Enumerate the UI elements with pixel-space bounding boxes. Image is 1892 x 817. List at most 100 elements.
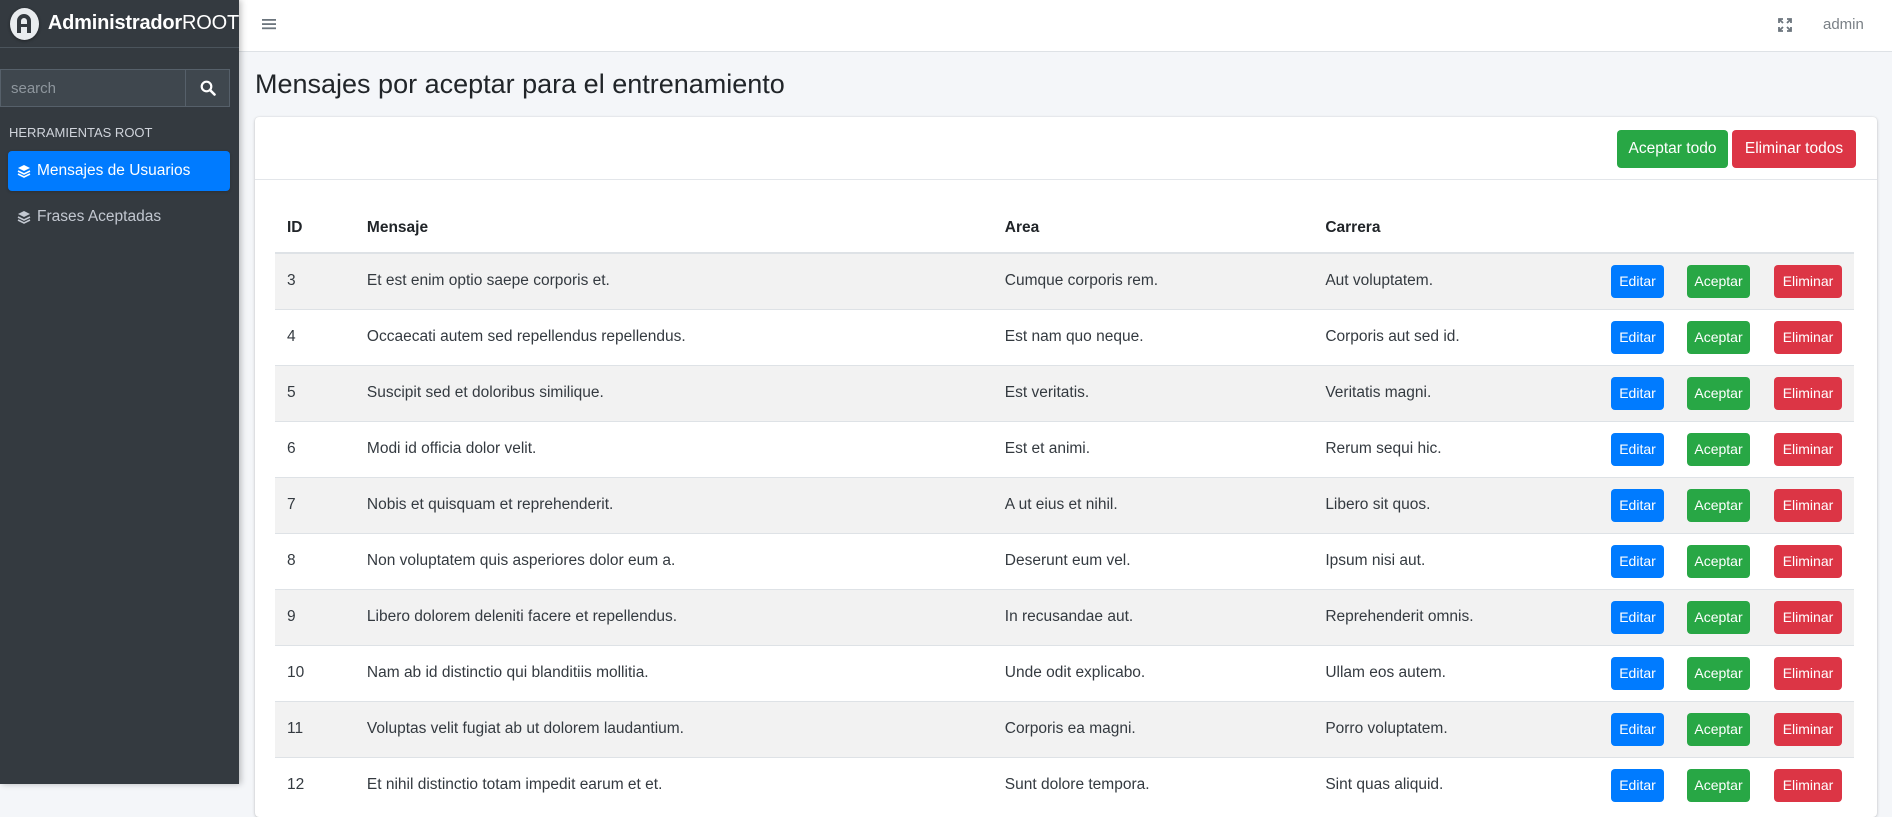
top-navbar: admin bbox=[239, 0, 1892, 52]
table-row: 10 Nam ab id distinctio qui blanditiis mo… bbox=[275, 644, 1854, 701]
search-icon bbox=[200, 80, 216, 96]
delete-button[interactable]: Eliminar bbox=[1774, 376, 1842, 410]
cell-carrera: Porro voluptatem. bbox=[1313, 700, 1589, 757]
table-row: 4 Occaecati autem sed repellendus repelle… bbox=[275, 308, 1854, 365]
card-header: Aceptar todo Eliminar todos bbox=[255, 117, 1877, 180]
edit-button[interactable]: Editar bbox=[1611, 544, 1664, 578]
brand-text: AdministradorROOT bbox=[48, 12, 239, 35]
cell-mensaje: Non voluptatem quis asperiores dolor eum… bbox=[354, 532, 993, 589]
brand-name-bold: Administrador bbox=[47, 12, 183, 34]
edit-button[interactable]: Editar bbox=[1611, 488, 1664, 522]
edit-button[interactable]: Editar bbox=[1611, 768, 1664, 802]
cell-area: In recusandae aut. bbox=[992, 588, 1314, 645]
delete-button[interactable]: Eliminar bbox=[1774, 768, 1842, 802]
cell-carrera: Sint quas aliquid. bbox=[1313, 756, 1589, 813]
row-actions: Editar Aceptar Eliminar bbox=[1601, 432, 1842, 466]
delete-button[interactable]: Eliminar bbox=[1774, 544, 1842, 578]
search-button[interactable] bbox=[185, 69, 230, 107]
delete-button[interactable]: Eliminar bbox=[1774, 600, 1842, 634]
table-row: 3 Et est enim optio saepe corporis et. Cum… bbox=[275, 252, 1854, 309]
cell-carrera: Corporis aut sed id. bbox=[1313, 308, 1589, 365]
user-menu[interactable]: admin bbox=[1823, 16, 1864, 33]
delete-all-button[interactable]: Eliminar todos bbox=[1732, 130, 1856, 168]
accept-button[interactable]: Aceptar bbox=[1687, 768, 1750, 802]
cell-carrera: Libero sit quos. bbox=[1313, 476, 1589, 533]
cell-id: 8 bbox=[275, 532, 355, 589]
accept-button[interactable]: Aceptar bbox=[1687, 376, 1750, 410]
row-actions: Editar Aceptar Eliminar bbox=[1601, 264, 1842, 298]
sidebar-search bbox=[0, 69, 230, 107]
cell-carrera: Veritatis magni. bbox=[1313, 364, 1589, 421]
menu-toggle-icon[interactable] bbox=[261, 16, 277, 37]
table-row: 7 Nobis et quisquam et reprehenderit. A ut… bbox=[275, 476, 1854, 533]
layers-icon bbox=[17, 210, 31, 224]
messages-card: Aceptar todo Eliminar todos ID Mensaje A… bbox=[255, 117, 1877, 817]
accept-button[interactable]: Aceptar bbox=[1687, 656, 1750, 690]
search-input[interactable] bbox=[0, 69, 185, 107]
edit-button[interactable]: Editar bbox=[1611, 712, 1664, 746]
cell-actions: Editar Aceptar Eliminar bbox=[1589, 700, 1854, 757]
messages-table: ID Mensaje Area Carrera 3 Et est enim opt… bbox=[275, 204, 1854, 813]
brand-logo-icon bbox=[10, 7, 39, 40]
sidebar-item-frases-aceptadas[interactable]: Frases Aceptadas bbox=[8, 197, 230, 237]
cell-area: Est nam quo neque. bbox=[992, 308, 1314, 365]
cell-id: 3 bbox=[275, 252, 355, 309]
delete-button[interactable]: Eliminar bbox=[1774, 656, 1842, 690]
accept-button[interactable]: Aceptar bbox=[1687, 432, 1750, 466]
accept-button[interactable]: Aceptar bbox=[1687, 600, 1750, 634]
cell-mensaje: Libero dolorem deleniti facere et repell… bbox=[354, 588, 993, 645]
cell-id: 7 bbox=[275, 476, 355, 533]
column-header-carrera: Carrera bbox=[1313, 204, 1589, 254]
page-title: Mensajes por aceptar para el entrenamien… bbox=[255, 69, 785, 99]
accept-button[interactable]: Aceptar bbox=[1687, 544, 1750, 578]
cell-actions: Editar Aceptar Eliminar bbox=[1589, 756, 1854, 813]
delete-button[interactable]: Eliminar bbox=[1774, 712, 1842, 746]
sidebar-item-label: Mensajes de Usuarios bbox=[37, 162, 191, 179]
delete-button[interactable]: Eliminar bbox=[1774, 432, 1842, 466]
cell-area: Deserunt eum vel. bbox=[992, 532, 1314, 589]
cell-mensaje: Occaecati autem sed repellendus repellen… bbox=[354, 308, 993, 365]
cell-area: Cumque corporis rem. bbox=[992, 252, 1314, 309]
cell-carrera: Ullam eos autem. bbox=[1313, 644, 1589, 701]
cell-actions: Editar Aceptar Eliminar bbox=[1589, 476, 1854, 533]
edit-button[interactable]: Editar bbox=[1611, 264, 1664, 298]
cell-id: 12 bbox=[275, 756, 355, 813]
delete-button[interactable]: Eliminar bbox=[1774, 488, 1842, 522]
accept-button[interactable]: Aceptar bbox=[1687, 488, 1750, 522]
row-actions: Editar Aceptar Eliminar bbox=[1601, 768, 1842, 802]
cell-actions: Editar Aceptar Eliminar bbox=[1589, 644, 1854, 701]
edit-button[interactable]: Editar bbox=[1611, 600, 1664, 634]
edit-button[interactable]: Editar bbox=[1611, 376, 1664, 410]
accept-button[interactable]: Aceptar bbox=[1687, 712, 1750, 746]
brand-link[interactable]: AdministradorROOT bbox=[0, 0, 239, 48]
delete-button[interactable]: Eliminar bbox=[1774, 320, 1842, 354]
cell-area: A ut eius et nihil. bbox=[992, 476, 1314, 533]
cell-actions: Editar Aceptar Eliminar bbox=[1589, 420, 1854, 477]
accept-all-button[interactable]: Aceptar todo bbox=[1617, 130, 1728, 168]
sidebar-item-mensajes-usuarios[interactable]: Mensajes de Usuarios bbox=[8, 151, 230, 191]
edit-button[interactable]: Editar bbox=[1611, 320, 1664, 354]
fullscreen-icon[interactable] bbox=[1777, 17, 1793, 38]
row-actions: Editar Aceptar Eliminar bbox=[1601, 712, 1842, 746]
cell-mensaje: Et nihil distinctio totam impedit earum … bbox=[354, 756, 993, 813]
column-header-mensaje: Mensaje bbox=[354, 204, 993, 254]
column-header-id: ID bbox=[275, 204, 355, 254]
cell-actions: Editar Aceptar Eliminar bbox=[1589, 588, 1854, 645]
cell-actions: Editar Aceptar Eliminar bbox=[1589, 252, 1854, 309]
table-row: 6 Modi id officia dolor velit. Est et anim… bbox=[275, 420, 1854, 477]
cell-actions: Editar Aceptar Eliminar bbox=[1589, 532, 1854, 589]
table-row: 8 Non voluptatem quis asperiores dolor eu… bbox=[275, 532, 1854, 589]
delete-button[interactable]: Eliminar bbox=[1774, 264, 1842, 298]
cell-area: Est veritatis. bbox=[992, 364, 1314, 421]
accept-button[interactable]: Aceptar bbox=[1687, 320, 1750, 354]
table-row: 5 Suscipit sed et doloribus similique. Est… bbox=[275, 364, 1854, 421]
row-actions: Editar Aceptar Eliminar bbox=[1601, 376, 1842, 410]
edit-button[interactable]: Editar bbox=[1611, 432, 1664, 466]
cell-carrera: Rerum sequi hic. bbox=[1313, 420, 1589, 477]
accept-button[interactable]: Aceptar bbox=[1687, 264, 1750, 298]
column-header-actions bbox=[1589, 204, 1854, 254]
table-row: 9 Libero dolorem deleniti facere et repel… bbox=[275, 588, 1854, 645]
table-row: 11 Voluptas velit fugiat ab ut dolorem la… bbox=[275, 700, 1854, 757]
edit-button[interactable]: Editar bbox=[1611, 656, 1664, 690]
cell-mensaje: Suscipit sed et doloribus similique. bbox=[354, 364, 993, 421]
